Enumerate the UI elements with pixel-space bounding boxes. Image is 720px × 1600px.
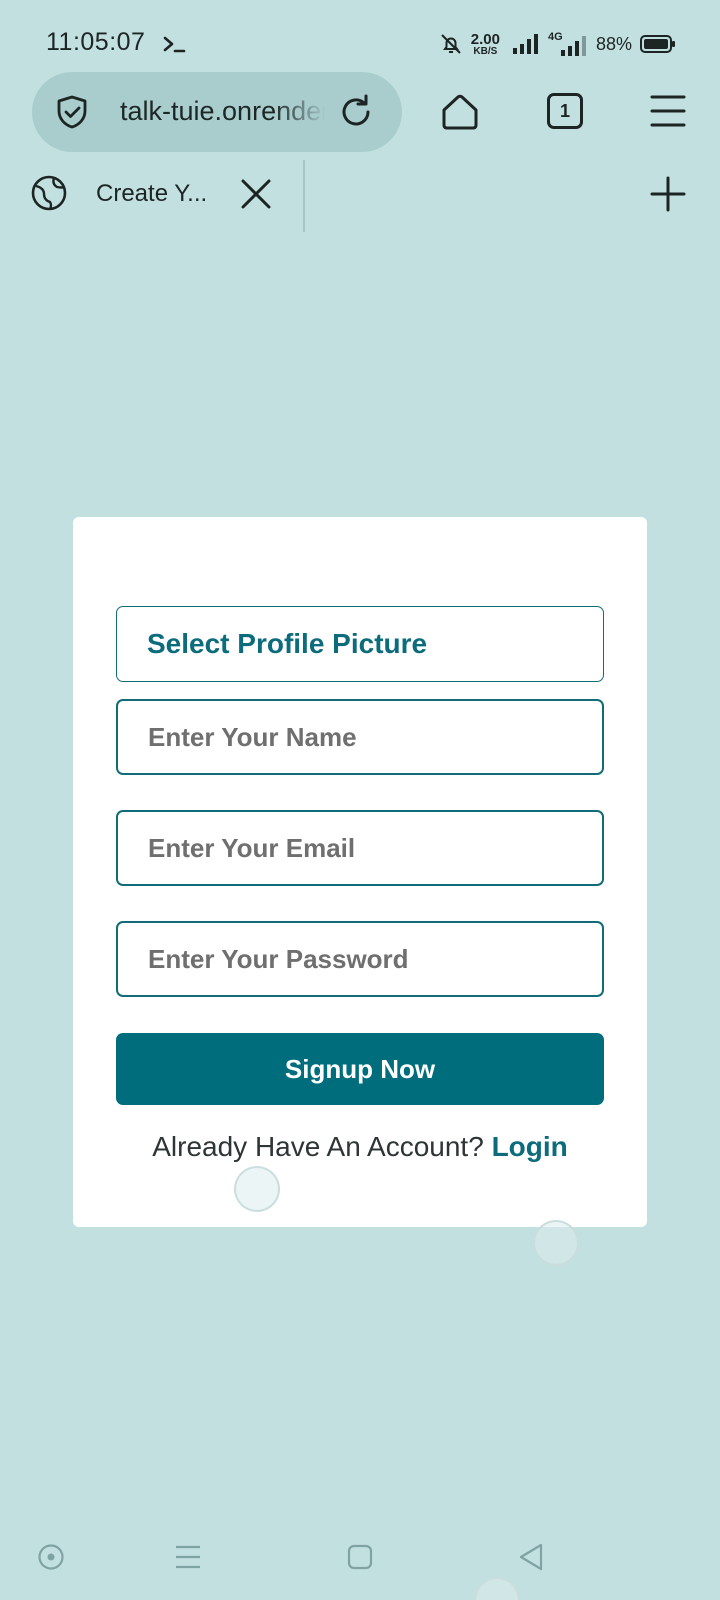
home-icon[interactable] (440, 92, 480, 132)
terminal-icon (163, 36, 186, 53)
account-prompt-text: Already Have An Account? (152, 1131, 484, 1162)
status-time: 11:05:07 (46, 28, 146, 56)
bell-off-icon (441, 34, 461, 54)
back-triangle-icon[interactable] (517, 1542, 545, 1572)
tab-divider (303, 160, 305, 232)
signup-button[interactable]: Signup Now (116, 1033, 604, 1105)
battery-percent: 88% (595, 33, 632, 54)
tab-title[interactable]: Create Y... (96, 180, 207, 208)
address-bar[interactable]: talk-tuie.onrender (32, 72, 402, 152)
status-indicators: 2.00 KB/S 4G 88% (439, 26, 676, 62)
speed-unit: KB/S (473, 45, 498, 57)
plus-icon[interactable] (650, 176, 686, 212)
signup-card: Select Profile Picture Enter Your Name E… (73, 517, 647, 1227)
name-input[interactable]: Enter Your Name (116, 699, 604, 775)
reload-icon[interactable] (336, 92, 376, 132)
tab-strip: Create Y... (0, 160, 720, 232)
login-prompt: Already Have An Account? Login (73, 1131, 647, 1163)
touch-indicator (474, 1577, 520, 1600)
password-input[interactable]: Enter Your Password (116, 921, 604, 997)
circle-dot-icon[interactable] (37, 1543, 65, 1571)
login-link[interactable]: Login (492, 1131, 568, 1162)
square-icon[interactable] (347, 1544, 373, 1570)
tab-count-button[interactable]: 1 (547, 93, 583, 129)
shield-check-icon[interactable] (54, 94, 90, 130)
mobile-data-indicator: 4G (548, 31, 588, 57)
speed-value: 2.00 (470, 30, 500, 48)
battery-icon (640, 35, 675, 53)
hamburger-icon[interactable] (175, 1544, 201, 1570)
network-speed: 2.00 KB/S (471, 32, 500, 57)
menu-icon[interactable] (650, 94, 686, 128)
email-input[interactable]: Enter Your Email (116, 810, 604, 886)
touch-indicator (533, 1220, 579, 1266)
signal-icon-2 (560, 36, 586, 56)
signal-icon (512, 34, 538, 54)
globe-icon (31, 175, 67, 211)
url-text[interactable]: talk-tuie.onrender (120, 96, 325, 130)
close-icon[interactable] (240, 178, 272, 210)
profile-picture-select[interactable]: Select Profile Picture (116, 606, 604, 682)
touch-indicator (234, 1166, 280, 1212)
